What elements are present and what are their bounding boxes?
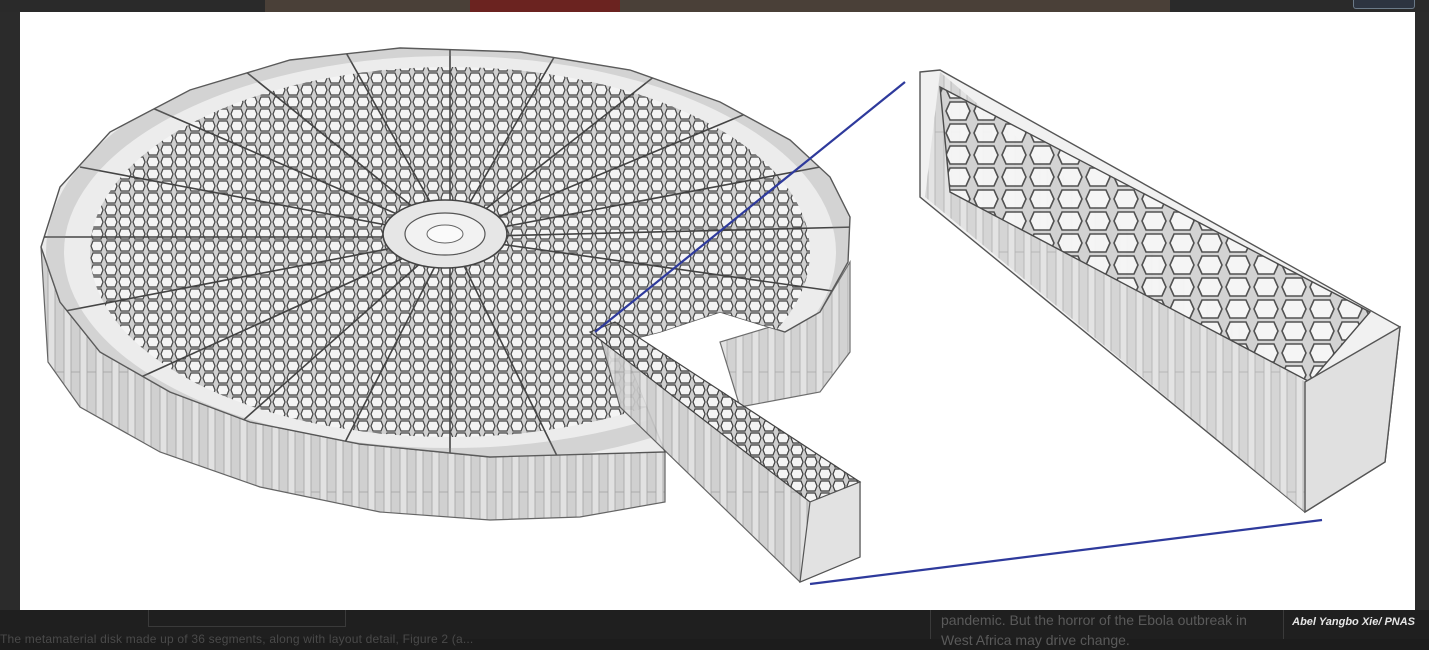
metamaterial-figure: [40, 47, 1401, 586]
page-header-strip: [0, 0, 1429, 12]
header-banner: [265, 0, 1170, 12]
background-caption: The metamaterial disk made up of 36 segm…: [0, 632, 474, 646]
image-credit: Abel Yangbo Xie/ PNAS: [1292, 616, 1415, 628]
header-button[interactable]: [1353, 0, 1415, 9]
header-banner-logo: [470, 0, 620, 12]
lightbox-image-panel[interactable]: [20, 12, 1415, 610]
page-right-margin: [1415, 12, 1429, 612]
zoomed-segment-large: [919, 69, 1401, 514]
page-content-under-overlay: The metamaterial disk made up of 36 segm…: [0, 610, 1429, 648]
page-left-margin: [0, 12, 20, 612]
sidebar-box: [148, 610, 346, 627]
article-paragraph: pandemic. But the horror of the Ebola ou…: [941, 612, 1247, 648]
